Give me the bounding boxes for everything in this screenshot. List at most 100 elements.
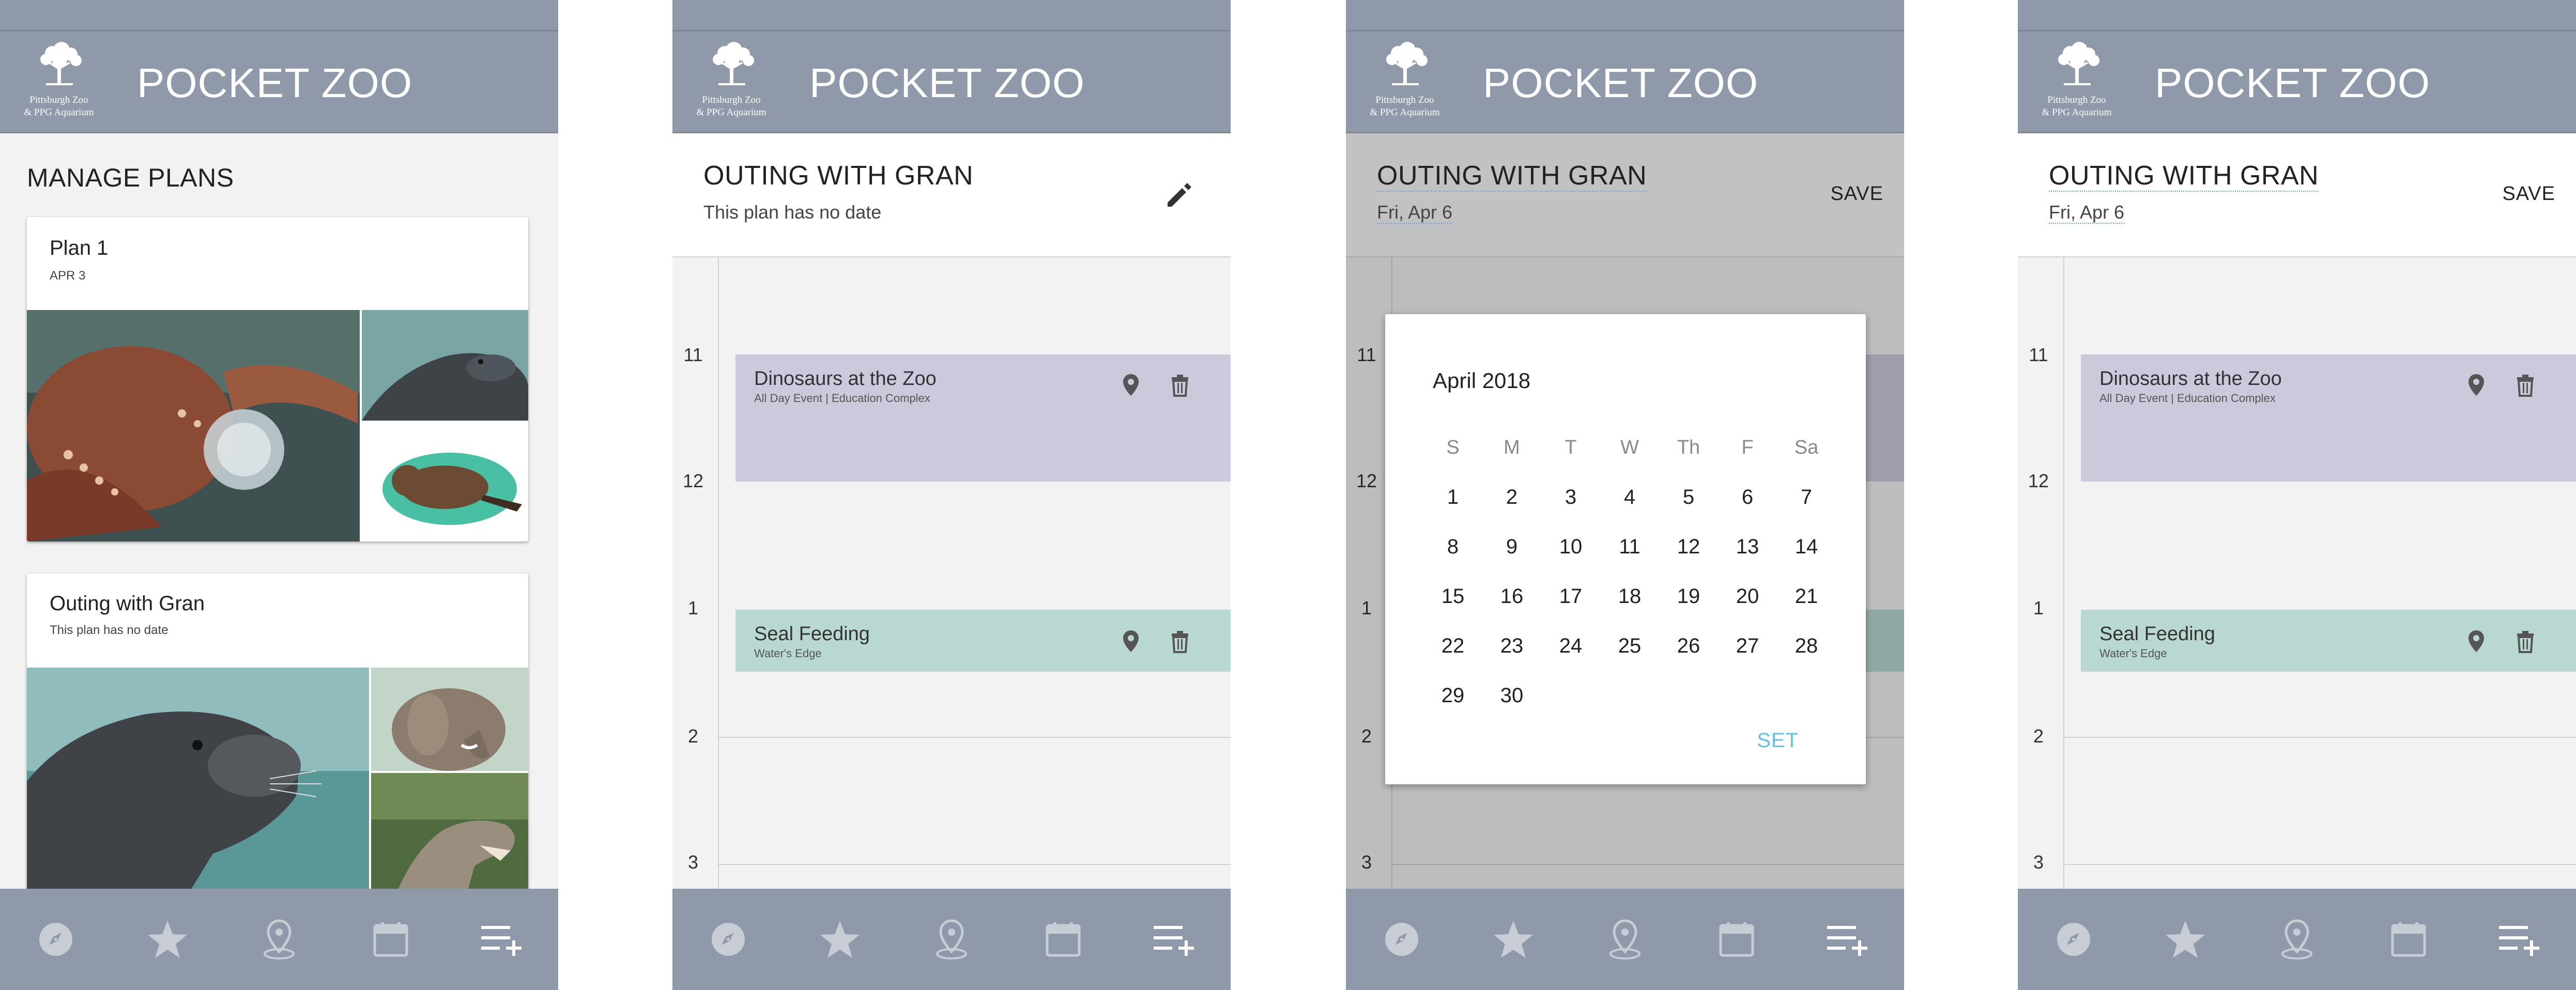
calendar-day[interactable]: 2 [1482, 472, 1541, 522]
screen-plan-edit: Pittsburgh Zoo & PPG Aquarium POCKET ZOO… [2018, 0, 2576, 990]
trash-icon[interactable] [1171, 630, 1189, 656]
calendar-day[interactable]: 10 [1541, 522, 1600, 571]
calendar-day[interactable]: 17 [1541, 571, 1600, 621]
calendar-day[interactable]: 1 [1423, 472, 1482, 522]
nav-map-button[interactable] [2271, 914, 2323, 965]
nav-map-button[interactable] [926, 914, 977, 965]
timeline-rail [2063, 257, 2064, 889]
nav-explore-button[interactable] [1376, 914, 1428, 965]
calendar-day[interactable]: 7 [1777, 472, 1836, 522]
calendar-day[interactable]: 15 [1423, 571, 1482, 621]
calendar-day[interactable]: 21 [1777, 571, 1836, 621]
event-seal-feeding[interactable]: Seal Feeding Water's Edge [735, 610, 1231, 672]
bottom-nav [2018, 889, 2576, 990]
nav-plans-button[interactable] [1149, 914, 1201, 965]
calendar-day[interactable]: 20 [1718, 571, 1777, 621]
calendar-day[interactable]: 26 [1659, 621, 1718, 671]
hour-label: 3 [2033, 852, 2044, 873]
nav-schedule-button[interactable] [1037, 914, 1089, 965]
map-pin-icon[interactable] [1122, 629, 1140, 656]
nav-favorites-button[interactable] [814, 914, 866, 965]
calendar-day[interactable]: 6 [1718, 472, 1777, 522]
nav-schedule-button[interactable] [365, 914, 417, 965]
bottom-nav [672, 889, 1231, 990]
nav-schedule-button[interactable] [1711, 914, 1762, 965]
save-button[interactable]: SAVE [2502, 183, 2555, 205]
plan-date-field[interactable]: Fri, Apr 6 [1377, 202, 1453, 224]
hour-line [2063, 737, 2576, 738]
plan-title-input[interactable]: OUTING WITH GRAN [1377, 160, 1647, 192]
nav-plans-button[interactable] [477, 914, 528, 965]
add-to-list-icon [481, 926, 522, 956]
calendar-day[interactable]: 14 [1777, 522, 1836, 571]
map-pin-icon[interactable] [1122, 373, 1140, 399]
edit-button[interactable] [1163, 180, 1194, 213]
event-seal-feeding[interactable]: Seal Feeding Water's Edge [2081, 610, 2576, 672]
trash-icon[interactable] [1171, 374, 1189, 399]
calendar-day[interactable]: 28 [1777, 621, 1836, 671]
logo-text-line1: Pittsburgh Zoo [2047, 95, 2106, 105]
event-subtitle: Water's Edge [754, 647, 822, 660]
calendar-day[interactable]: 8 [1423, 522, 1482, 571]
plan-title-text: OUTING WITH GRAN [1377, 161, 1647, 192]
bottom-nav [1346, 889, 1904, 990]
calendar-day[interactable]: 16 [1482, 571, 1541, 621]
star-icon [1494, 921, 1533, 958]
event-dinosaurs-at-the-zoo[interactable]: Dinosaurs at the Zoo All Day Event | Edu… [2081, 354, 2576, 482]
logo-text-line2: & PPG Aquarium [1370, 107, 1440, 118]
map-pin-icon[interactable] [2467, 373, 2485, 399]
calendar-day[interactable]: 25 [1600, 621, 1659, 671]
star-icon [2166, 921, 2205, 958]
event-title: Dinosaurs at the Zoo [2099, 368, 2282, 390]
save-button[interactable]: SAVE [1830, 183, 1883, 205]
plan-date-field[interactable]: Fri, Apr 6 [2049, 202, 2125, 224]
plan-card-outing-with-gran[interactable]: Outing with Gran This plan has no date [27, 574, 528, 904]
calendar-day[interactable]: 27 [1718, 621, 1777, 671]
plan-name: Plan 1 [50, 237, 109, 259]
nav-favorites-button[interactable] [2159, 914, 2211, 965]
dinosaur-photo [371, 773, 528, 904]
calendar-day[interactable]: 3 [1541, 472, 1600, 522]
nav-map-button[interactable] [1599, 914, 1651, 965]
bottom-nav [0, 889, 558, 990]
calendar-day[interactable]: 4 [1600, 472, 1659, 522]
map-pin-icon [936, 919, 967, 960]
nav-favorites-button[interactable] [1488, 914, 1539, 965]
plan-title: OUTING WITH GRAN [703, 161, 974, 191]
nav-map-button[interactable] [253, 914, 305, 965]
calendar-day[interactable]: 30 [1482, 671, 1541, 720]
app-header: Pittsburgh Zoo & PPG Aquarium POCKET ZOO [2018, 30, 2576, 133]
calendar-day[interactable]: 29 [1423, 671, 1482, 720]
calendar-day[interactable]: 12 [1659, 522, 1718, 571]
calendar-day[interactable]: 24 [1541, 621, 1600, 671]
calendar-day[interactable]: 23 [1482, 621, 1541, 671]
compass-icon [2057, 923, 2090, 956]
calendar-icon [1046, 922, 1081, 957]
plan-date: This plan has no date [50, 623, 168, 637]
set-button[interactable]: SET [1757, 729, 1799, 752]
nav-explore-button[interactable] [2048, 914, 2099, 965]
nav-explore-button[interactable] [702, 914, 754, 965]
calendar-day[interactable]: 13 [1718, 522, 1777, 571]
trash-icon[interactable] [2516, 374, 2535, 399]
calendar-day[interactable]: 22 [1423, 621, 1482, 671]
nav-explore-button[interactable] [30, 914, 82, 965]
calendar-day[interactable]: 5 [1659, 472, 1718, 522]
nav-favorites-button[interactable] [142, 914, 193, 965]
trash-icon[interactable] [2516, 630, 2535, 656]
nav-plans-button[interactable] [1822, 914, 1874, 965]
zoo-logo: Pittsburgh Zoo & PPG Aquarium [2030, 42, 2123, 125]
event-dinosaurs-at-the-zoo[interactable]: Dinosaurs at the Zoo All Day Event | Edu… [735, 354, 1231, 482]
calendar-day[interactable]: 11 [1600, 522, 1659, 571]
logo-text-line1: Pittsburgh Zoo [1375, 95, 1434, 105]
plan-title-input[interactable]: OUTING WITH GRAN [2049, 160, 2319, 192]
calendar-day[interactable]: 18 [1600, 571, 1659, 621]
plan-card-plan-1[interactable]: Plan 1 APR 3 [27, 217, 528, 542]
nav-schedule-button[interactable] [2383, 914, 2434, 965]
calendar-day[interactable]: 9 [1482, 522, 1541, 571]
calendar-day[interactable]: 19 [1659, 571, 1718, 621]
map-pin-icon[interactable] [2467, 629, 2485, 656]
elephant-photo [371, 668, 528, 771]
nav-plans-button[interactable] [2494, 914, 2546, 965]
plan-date-text: Fri, Apr 6 [1377, 202, 1453, 224]
